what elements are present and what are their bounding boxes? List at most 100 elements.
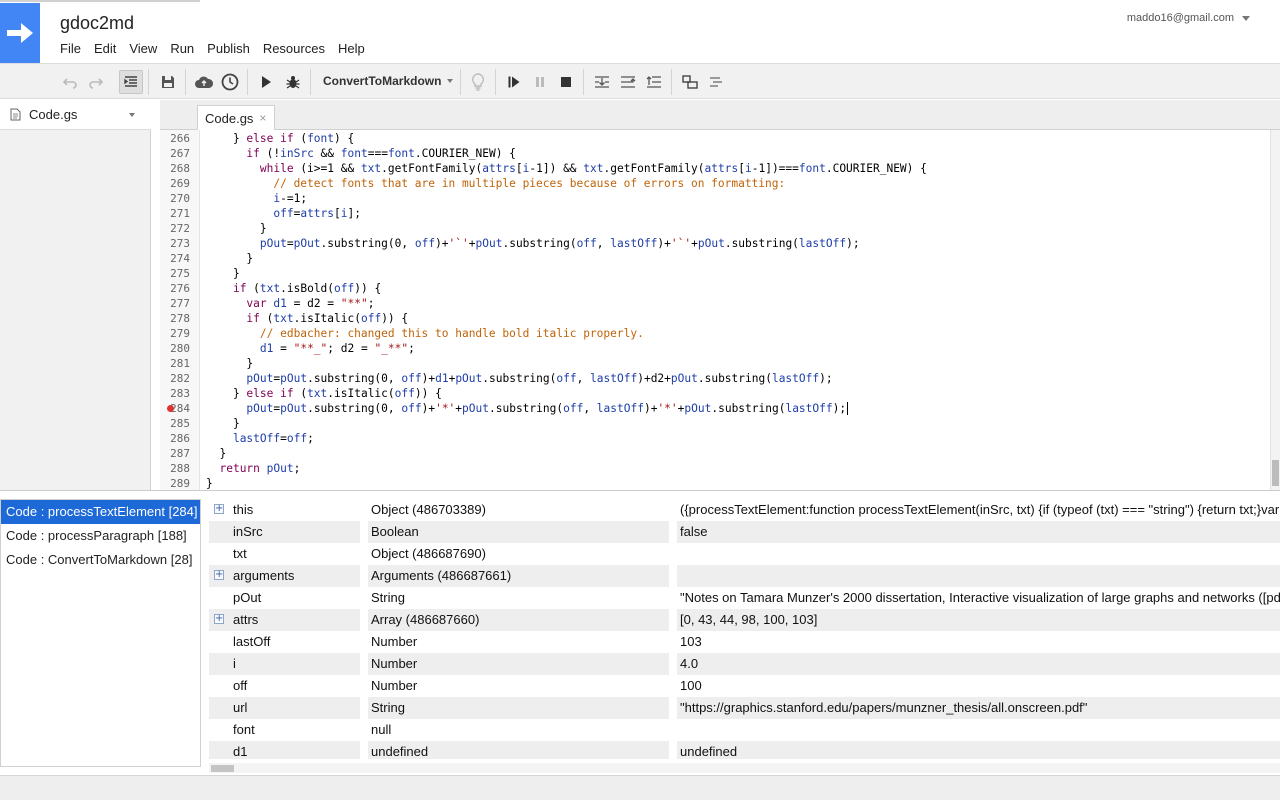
code-line[interactable]: off=attrs[i]; [206,206,361,221]
line-number[interactable]: 283 [160,386,190,401]
redo-button[interactable] [84,70,108,94]
variable-row[interactable]: pOut String "Notes on Tamara Munzer's 2000… [209,587,1280,609]
code-line[interactable]: } [206,476,213,490]
variable-row[interactable]: txt Object (486687690) [209,543,1280,565]
code-line[interactable]: d1 = "**_"; d2 = "_**"; [206,341,415,356]
variable-row[interactable]: font null [209,719,1280,741]
expand-icon[interactable]: + [214,614,224,624]
line-number-gutter[interactable]: 266 267 268 269 270 271 272 273 274 275 276 277 278 2… [160,130,200,490]
code-line[interactable]: // detect fonts that are in multiple pie… [206,176,785,191]
line-number[interactable]: 282 [160,371,190,386]
menu-item-run[interactable]: Run [170,41,194,56]
run-button[interactable] [254,70,278,94]
expand-icon[interactable]: + [214,504,224,514]
format-code-button[interactable] [704,70,728,94]
line-number[interactable]: 289 [160,476,190,491]
toggle-debugger-button[interactable] [678,70,702,94]
code-line[interactable]: if (!inSrc && font===font.COURIER_NEW) { [206,146,516,161]
file-item-code-gs[interactable]: Code.gs [0,100,151,130]
deploy-web-app-button[interactable] [192,70,216,94]
menu-item-publish[interactable]: Publish [207,41,250,56]
expand-icon[interactable]: + [214,570,224,580]
line-number[interactable]: 268 [160,161,190,176]
indent-toggle-button[interactable] [119,70,143,94]
step-into-button[interactable] [590,70,614,94]
code-line[interactable]: pOut=pOut.substring(0, off)+'*'+pOut.sub… [206,401,846,416]
line-number[interactable]: 269 [160,176,190,191]
line-number[interactable]: 271 [160,206,190,221]
stop-button[interactable] [554,70,578,94]
chevron-down-icon[interactable] [129,113,135,117]
line-number[interactable]: 287 [160,446,190,461]
code-line[interactable]: lastOff=off; [206,431,314,446]
code-line[interactable]: var d1 = d2 = "**"; [206,296,374,311]
save-button[interactable] [156,70,180,94]
scrollbar-thumb[interactable] [211,765,234,772]
triggers-button[interactable] [218,70,242,94]
line-number[interactable]: 270 [160,191,190,206]
code-line[interactable]: } [206,266,240,281]
variable-row[interactable]: lastOff Number 103 [209,631,1280,653]
close-icon[interactable]: × [259,111,266,125]
line-number[interactable]: 288 [160,461,190,476]
variable-row[interactable]: i Number 4.0 [209,653,1280,675]
variable-row[interactable]: url String "https://graphics.stanford.edu/… [209,697,1280,719]
continue-button[interactable] [502,70,526,94]
line-number[interactable]: 279 [160,326,190,341]
menu-item-view[interactable]: View [129,41,157,56]
code-line[interactable]: if (txt.isBold(off)) { [206,281,381,296]
code-line[interactable]: return pOut; [206,461,300,476]
line-number[interactable]: 275 [160,266,190,281]
line-number[interactable]: 267 [160,146,190,161]
line-number[interactable]: 266 [160,131,190,146]
menu-item-resources[interactable]: Resources [263,41,325,56]
code-line[interactable]: } else if (txt.isItalic(off)) { [206,386,442,401]
code-line[interactable]: } else if (font) { [206,131,354,146]
project-title[interactable]: gdoc2md [60,13,134,34]
variable-row[interactable]: this Object (486703389) ({processTextEleme… [209,499,1280,521]
code-line[interactable]: i-=1; [206,191,307,206]
code-line[interactable]: pOut=pOut.substring(0, off)+'`'+pOut.sub… [206,236,860,251]
function-select[interactable]: ConvertToMarkdown [323,74,454,88]
code-line[interactable]: } [206,446,226,461]
line-number[interactable]: 274 [160,251,190,266]
line-number[interactable]: 276 [160,281,190,296]
line-number[interactable]: 281 [160,356,190,371]
execution-hints-button[interactable] [466,70,490,94]
line-number[interactable]: 273 [160,236,190,251]
variable-row[interactable]: arguments Arguments (486687661) + [209,565,1280,587]
code-line[interactable]: pOut=pOut.substring(0, off)+d1+pOut.subs… [206,371,832,386]
tab-code-gs[interactable]: Code.gs × [197,105,276,130]
line-number[interactable]: 286 [160,431,190,446]
line-number[interactable]: 272 [160,221,190,236]
call-stack-frame[interactable]: Code : processTextElement [284] [1,500,200,524]
variable-row[interactable]: d1 undefined undefined [209,741,1280,759]
variable-row[interactable]: attrs Array (486687660) [0, 43, 44, 98, 10… [209,609,1280,631]
breakpoint-marker[interactable] [167,405,174,412]
scrollbar-thumb[interactable] [1272,460,1279,486]
line-number[interactable]: 277 [160,296,190,311]
code-line[interactable]: } [206,221,267,236]
variables-horizontal-scrollbar[interactable] [209,763,1280,773]
menu-item-edit[interactable]: Edit [94,41,116,56]
apps-script-logo[interactable] [0,3,40,63]
line-number[interactable]: 278 [160,311,190,326]
code-line[interactable]: } [206,416,240,431]
code-line[interactable]: if (txt.isItalic(off)) { [206,311,408,326]
variable-row[interactable]: inSrc Boolean false [209,521,1280,543]
variable-row[interactable]: off Number 100 [209,675,1280,697]
call-stack-frame[interactable]: Code : ConvertToMarkdown [28] [1,548,200,572]
editor-vertical-scrollbar[interactable] [1270,130,1280,490]
pause-button[interactable] [528,70,552,94]
line-number[interactable]: 284 [160,401,190,416]
line-number[interactable]: 280 [160,341,190,356]
step-over-button[interactable] [616,70,640,94]
line-number[interactable]: 285 [160,416,190,431]
code-line[interactable]: while (i>=1 && txt.getFontFamily(attrs[i… [206,161,927,176]
code-line[interactable]: // edbacher: changed this to handle bold… [206,326,644,341]
code-line[interactable]: } [206,356,253,371]
undo-button[interactable] [58,70,82,94]
account-menu[interactable]: maddo16@gmail.com [1127,12,1250,24]
code-area[interactable]: } else if (font) { if (!inSrc && font===… [206,130,1270,490]
menu-item-help[interactable]: Help [338,41,365,56]
